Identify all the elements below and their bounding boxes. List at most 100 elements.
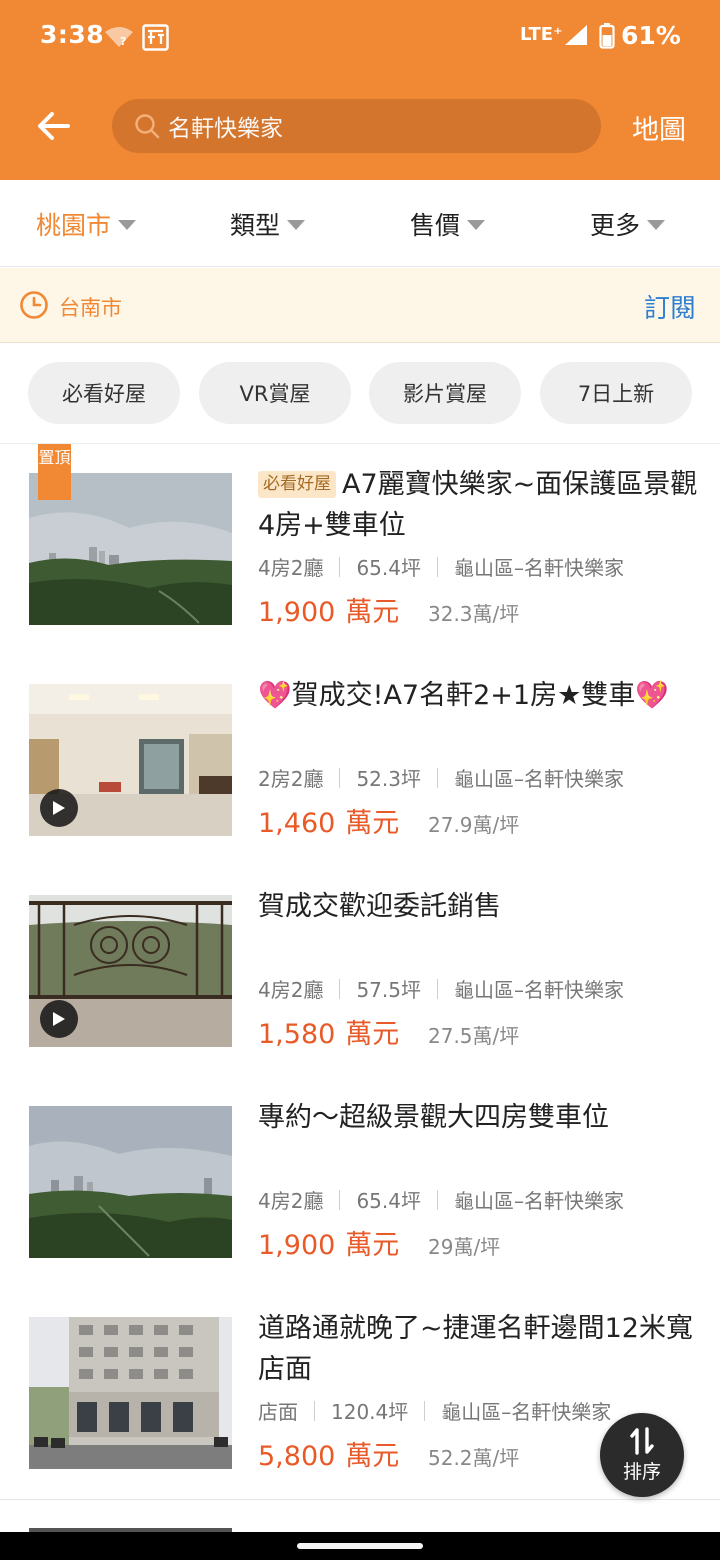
- listing-layout: 店面: [258, 1400, 298, 1424]
- filter-price[interactable]: 售價: [410, 206, 486, 242]
- chip-new-7-days[interactable]: 7日上新: [540, 362, 692, 424]
- price-value: 1,900: [258, 1230, 336, 1261]
- listing-size: 57.5坪: [356, 978, 421, 1002]
- wifi-icon: ?: [104, 26, 134, 52]
- divider: [314, 1400, 315, 1421]
- listing-layout: 4房2廳: [258, 978, 324, 1002]
- sort-icon: [630, 1426, 654, 1455]
- status-bar: 3:38 ? LTE⁺ 61%: [0, 0, 720, 74]
- divider: [339, 556, 341, 577]
- quick-filter-chips: 必看好屋 VR賞屋 影片賞屋 7日上新: [0, 344, 720, 444]
- price-unit: 萬元: [345, 1230, 400, 1261]
- sort-label: 排序: [622, 1460, 661, 1483]
- price-value: 1,900: [258, 597, 336, 628]
- divider: [339, 978, 341, 999]
- app-header: 3:38 ? LTE⁺ 61% 名軒快樂家 地圖: [0, 0, 720, 180]
- divider: [436, 978, 438, 999]
- listing-item[interactable]: 專約～超級景觀大四房雙車位 4房2廳 65.4坪 龜山區–名軒快樂家 1,900…: [0, 1077, 720, 1289]
- battery-icon: [599, 23, 615, 53]
- recent-location[interactable]: 台南市: [59, 292, 122, 322]
- filter-more[interactable]: 更多: [590, 206, 666, 242]
- listing-title: 賀成交歡迎委託銷售: [258, 886, 698, 927]
- filter-price-label: 售價: [410, 211, 461, 240]
- price-unit: 萬元: [345, 1441, 400, 1472]
- saved-search-bar: 台南市 訂閱: [0, 268, 720, 343]
- listing-price: 1,580 萬元: [258, 1012, 399, 1051]
- chip-must-see[interactable]: 必看好屋: [28, 362, 180, 424]
- listing-location: 龜山區–名軒快樂家: [453, 1189, 624, 1213]
- search-text: 名軒快樂家: [168, 116, 283, 142]
- listing-size: 120.4坪: [331, 1400, 409, 1424]
- dropdown-triangle-icon: [118, 220, 137, 230]
- dropdown-triangle-icon: [467, 220, 486, 230]
- play-video-button[interactable]: [40, 1000, 78, 1038]
- home-gesture-handle[interactable]: [297, 1543, 423, 1549]
- price-per-ping: 27.9萬/坪: [428, 813, 520, 837]
- listing-meta: 4房2廳 57.5坪 龜山區–名軒快樂家: [258, 974, 624, 1003]
- listing-title-text: 賀成交歡迎委託銷售: [258, 891, 501, 922]
- price-value: 5,800: [258, 1441, 336, 1472]
- back-arrow-icon: [38, 112, 70, 140]
- clock-icon: [19, 290, 49, 324]
- listing-layout: 2房2廳: [258, 767, 324, 791]
- listing-title: 必看好屋 A7麗寶快樂家~面保護區景觀4房+雙車位: [258, 464, 698, 546]
- listing-title-text: 專約～超級景觀大四房雙車位: [258, 1102, 609, 1133]
- listing-photo: [29, 1106, 232, 1258]
- listing-price: 1,900 萬元: [258, 590, 399, 629]
- dropdown-triangle-icon: [287, 220, 306, 230]
- listing-item[interactable]: 💖賀成交!A7名軒2+1房★雙車💖 2房2廳 52.3坪 龜山區–名軒快樂家 1…: [0, 655, 720, 867]
- system-nav-bar: [0, 1532, 720, 1560]
- filter-bar: 桃園市 類型 售價 更多: [0, 180, 720, 267]
- filter-city-label: 桃園市: [36, 211, 112, 240]
- divider: [436, 1189, 438, 1210]
- search-input[interactable]: 名軒快樂家: [112, 99, 601, 153]
- listing-size: 65.4坪: [356, 556, 421, 580]
- back-button[interactable]: [30, 104, 78, 148]
- svg-text:?: ?: [120, 35, 126, 48]
- listing-size: 52.3坪: [356, 767, 421, 791]
- listing-layout: 4房2廳: [258, 556, 324, 580]
- price-unit: 萬元: [345, 597, 400, 628]
- app-notification-icon: [142, 24, 169, 55]
- listing-price: 5,800 萬元: [258, 1434, 399, 1473]
- status-time: 3:38: [40, 20, 105, 49]
- play-icon: [53, 1012, 65, 1026]
- listing-title-text: 道路通就晚了~捷運名軒邊間12米寬店面: [258, 1313, 693, 1385]
- listing-meta: 4房2廳 65.4坪 龜山區–名軒快樂家: [258, 552, 624, 581]
- sort-button[interactable]: 排序: [600, 1413, 684, 1497]
- price-per-ping: 27.5萬/坪: [428, 1024, 520, 1048]
- listing-meta: 店面 120.4坪 龜山區–名軒快樂家: [258, 1396, 611, 1425]
- listing-item[interactable]: 置頂 必看好屋 A7麗寶快樂家~面保護區景觀4房+雙車位 4房2廳 65.4坪 龜…: [0, 444, 720, 656]
- listing-title: 道路通就晚了~捷運名軒邊間12米寬店面: [258, 1308, 698, 1390]
- divider: [339, 767, 341, 788]
- listing-title: 專約～超級景觀大四房雙車位: [258, 1097, 698, 1138]
- map-button[interactable]: 地圖: [632, 108, 686, 147]
- listing-photo: [29, 895, 232, 1047]
- divider: [339, 1189, 341, 1210]
- filter-type[interactable]: 類型: [230, 206, 306, 242]
- listing-location: 龜山區–名軒快樂家: [453, 978, 624, 1002]
- filter-more-label: 更多: [590, 211, 641, 240]
- subscribe-button[interactable]: 訂閱: [644, 288, 696, 325]
- price-unit: 萬元: [345, 808, 400, 839]
- listing-meta: 2房2廳 52.3坪 龜山區–名軒快樂家: [258, 763, 624, 792]
- listing-location: 龜山區–名軒快樂家: [441, 1400, 612, 1424]
- price-per-ping: 29萬/坪: [428, 1235, 501, 1259]
- chip-video[interactable]: 影片賞屋: [369, 362, 521, 424]
- price-per-ping: 52.2萬/坪: [428, 1446, 520, 1470]
- price-per-ping: 32.3萬/坪: [428, 602, 520, 626]
- listing-item[interactable]: 賀成交歡迎委託銷售 4房2廳 57.5坪 龜山區–名軒快樂家 1,580 萬元 2…: [0, 866, 720, 1078]
- listing-size: 65.4坪: [356, 1189, 421, 1213]
- price-value: 1,460: [258, 808, 336, 839]
- chip-vr[interactable]: VR賞屋: [199, 362, 351, 424]
- price-value: 1,580: [258, 1019, 336, 1050]
- play-video-button[interactable]: [40, 789, 78, 827]
- divider: [424, 1400, 426, 1421]
- signal-icon: [564, 24, 588, 50]
- filter-city[interactable]: 桃園市: [36, 206, 137, 242]
- listing-photo: [29, 1317, 232, 1469]
- filter-type-label: 類型: [230, 211, 281, 240]
- must-see-badge: 必看好屋: [258, 471, 336, 498]
- play-icon: [53, 801, 65, 815]
- dropdown-triangle-icon: [647, 220, 666, 230]
